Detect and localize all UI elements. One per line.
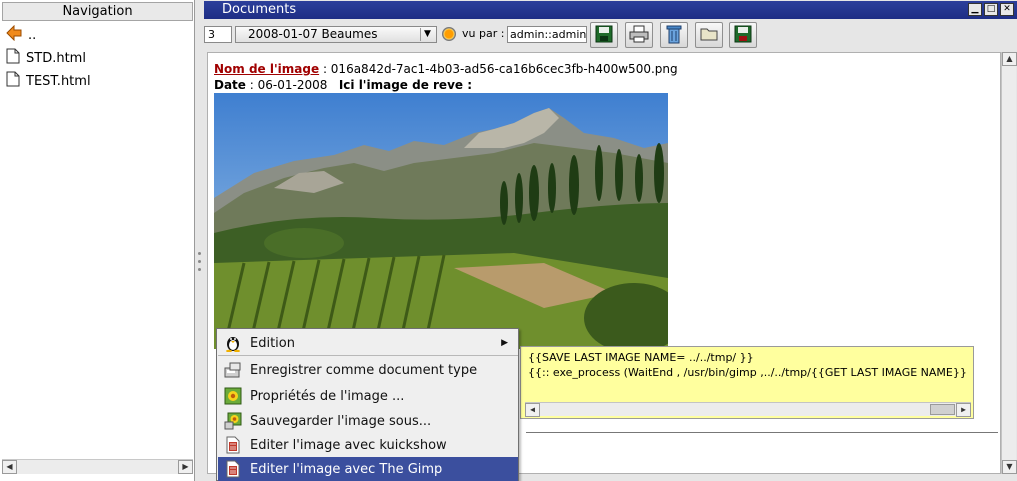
close-icon[interactable]: ✕ bbox=[1000, 3, 1014, 16]
image-name-line: Nom de l'image : 016a842d-7ac1-4b03-ad56… bbox=[214, 62, 678, 76]
save-as-icon bbox=[734, 25, 752, 46]
nav-item-test[interactable]: TEST.html bbox=[6, 71, 91, 91]
menu-item-edition[interactable]: Edition ▶ bbox=[218, 331, 518, 355]
scroll-down-icon[interactable]: ▼ bbox=[1002, 460, 1017, 474]
save-icon bbox=[595, 25, 613, 46]
document-vertical-scrollbar[interactable]: ▲ ▼ bbox=[1001, 52, 1017, 474]
panel-splitter[interactable] bbox=[196, 0, 204, 481]
scroll-left-icon[interactable]: ◀ bbox=[525, 403, 540, 417]
tux-icon bbox=[222, 333, 244, 353]
image-name-link[interactable]: Nom de l'image bbox=[214, 62, 319, 76]
document-select[interactable]: 2008-01-07 Beaumes ▼ bbox=[235, 26, 437, 43]
print-button[interactable] bbox=[625, 22, 653, 48]
menu-item-label: Editer l'image avec kuickshow bbox=[250, 437, 447, 453]
document-red-icon bbox=[222, 435, 244, 455]
documents-title: Documents bbox=[222, 2, 297, 17]
menu-item-edit-gimp[interactable]: Editer l'image avec The Gimp bbox=[218, 457, 518, 481]
documents-title-bar: Documents ▁ □ ✕ bbox=[204, 1, 1017, 19]
scroll-right-icon[interactable]: ▶ bbox=[956, 403, 971, 417]
nav-item-label: STD.html bbox=[26, 50, 86, 66]
seen-by-label: vu par : bbox=[462, 27, 505, 40]
date-value: : 06-01-2008 bbox=[249, 78, 328, 92]
navigation-panel: Navigation .. STD.html TEST.html ◀ ▶ bbox=[0, 0, 195, 481]
menu-item-save-image-as[interactable]: Sauvegarder l'image sous... bbox=[218, 409, 518, 433]
scroll-right-icon[interactable]: ▶ bbox=[178, 460, 193, 474]
submenu-arrow-icon: ▶ bbox=[501, 338, 508, 348]
menu-item-image-properties[interactable]: Propriétés de l'image ... bbox=[218, 384, 518, 408]
nav-item-label: TEST.html bbox=[26, 73, 91, 89]
menu-item-label: Propriétés de l'image ... bbox=[250, 388, 405, 404]
delete-button[interactable] bbox=[660, 22, 688, 48]
document-select-value: 2008-01-07 Beaumes bbox=[248, 27, 378, 41]
maximize-icon[interactable]: □ bbox=[984, 3, 998, 16]
scroll-thumb[interactable] bbox=[930, 404, 955, 415]
landscape-photo[interactable] bbox=[214, 93, 668, 349]
menu-item-label: Edition bbox=[250, 335, 295, 351]
chevron-down-icon[interactable]: ▼ bbox=[420, 28, 434, 41]
print-icon bbox=[629, 25, 649, 46]
menu-item-save-template[interactable]: Enregistrer comme document type bbox=[218, 358, 518, 382]
menu-item-edit-kuickshow[interactable]: Editer l'image avec kuickshow bbox=[218, 433, 518, 457]
file-icon bbox=[6, 48, 20, 68]
seen-by-field[interactable]: admin::admin bbox=[507, 26, 587, 43]
command-line-1: {{SAVE LAST IMAGE NAME= ../../tmp/ }} bbox=[528, 351, 754, 364]
context-menu: Edition ▶ Enregistrer comme document typ… bbox=[216, 328, 519, 481]
menu-separator bbox=[218, 355, 518, 356]
divider bbox=[526, 432, 998, 433]
menu-item-label: Editer l'image avec The Gimp bbox=[250, 461, 443, 477]
file-icon bbox=[6, 71, 20, 91]
scroll-up-icon[interactable]: ▲ bbox=[1002, 52, 1017, 66]
command-horizontal-scrollbar[interactable]: ◀ ▶ bbox=[525, 402, 971, 417]
image-caption: Ici l'image de reve : bbox=[338, 78, 473, 92]
nav-item-std[interactable]: STD.html bbox=[6, 48, 86, 68]
page-number-field[interactable]: 3 bbox=[204, 26, 232, 43]
flower-save-icon bbox=[222, 411, 244, 431]
document-red-icon bbox=[222, 459, 244, 479]
command-box[interactable]: {{SAVE LAST IMAGE NAME= ../../tmp/ }} {{… bbox=[520, 346, 974, 419]
scroll-left-icon[interactable]: ◀ bbox=[2, 460, 17, 474]
nav-item-label: .. bbox=[28, 27, 37, 43]
save-as-button[interactable] bbox=[729, 22, 757, 48]
image-name-value: : 016a842d-7ac1-4b03-ad56-ca16b6cec3fb-h… bbox=[322, 62, 678, 76]
folder-icon bbox=[700, 26, 718, 45]
save-button[interactable] bbox=[590, 22, 618, 48]
open-folder-button[interactable] bbox=[695, 22, 723, 48]
command-line-2: {{:: exe_process (WaitEnd , /usr/bin/gim… bbox=[528, 366, 967, 379]
date-line: Date : 06-01-2008 Ici l'image de reve : bbox=[214, 78, 472, 92]
seen-radio-button[interactable] bbox=[442, 27, 456, 41]
nav-item-parent[interactable]: .. bbox=[6, 24, 37, 45]
trash-icon bbox=[666, 24, 682, 47]
minimize-icon[interactable]: ▁ bbox=[968, 3, 982, 16]
date-label: Date bbox=[214, 78, 246, 92]
menu-item-label: Enregistrer comme document type bbox=[250, 362, 478, 378]
back-arrow-icon bbox=[6, 24, 22, 45]
nav-horizontal-scrollbar[interactable]: ◀ ▶ bbox=[2, 459, 193, 474]
navigation-title: Navigation bbox=[2, 2, 193, 21]
disk-save-icon bbox=[222, 360, 244, 380]
menu-item-label: Sauvegarder l'image sous... bbox=[250, 413, 432, 429]
flower-icon bbox=[222, 386, 244, 406]
